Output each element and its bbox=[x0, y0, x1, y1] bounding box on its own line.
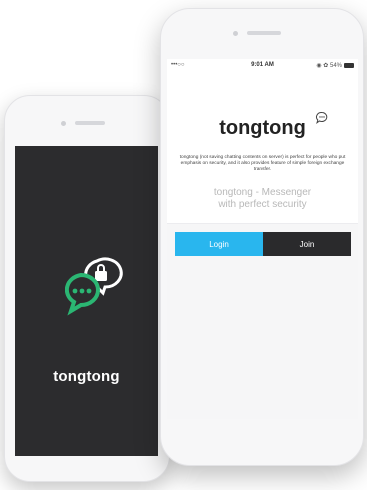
speaker-grille bbox=[247, 31, 281, 35]
join-button[interactable]: Join bbox=[263, 232, 351, 256]
tagline: tongtong - Messenger with perfect securi… bbox=[167, 187, 358, 211]
battery-indicator: ◉ ✿ 54% bbox=[316, 62, 354, 69]
back-phone: tongtong bbox=[4, 95, 170, 482]
battery-icon bbox=[344, 62, 354, 68]
camera-icon bbox=[233, 31, 238, 36]
chat-lock-logo-icon bbox=[65, 257, 123, 316]
app-title: tongtong bbox=[219, 117, 306, 139]
camera-icon bbox=[61, 121, 66, 126]
front-phone: •••○○ 9:01 AM ◉ ✿ 54% tongtong tongtong … bbox=[160, 8, 364, 466]
splash-screen: tongtong bbox=[15, 146, 158, 456]
login-screen: •••○○ 9:01 AM ◉ ✿ 54% tongtong tongtong … bbox=[167, 59, 358, 419]
app-brand: tongtong bbox=[53, 368, 120, 385]
speaker-grille bbox=[75, 121, 105, 125]
chat-bubble-icon bbox=[316, 112, 328, 125]
tagline-line-1: tongtong - Messenger bbox=[213, 187, 312, 198]
status-bar: •••○○ 9:01 AM ◉ ✿ 54% bbox=[167, 59, 358, 73]
tagline-line-2: with perfect security bbox=[218, 199, 307, 210]
login-button[interactable]: Login bbox=[175, 232, 263, 256]
app-description: tongtong (not saving chatting contents o… bbox=[179, 155, 346, 172]
battery-text: ◉ ✿ 54% bbox=[316, 63, 342, 69]
